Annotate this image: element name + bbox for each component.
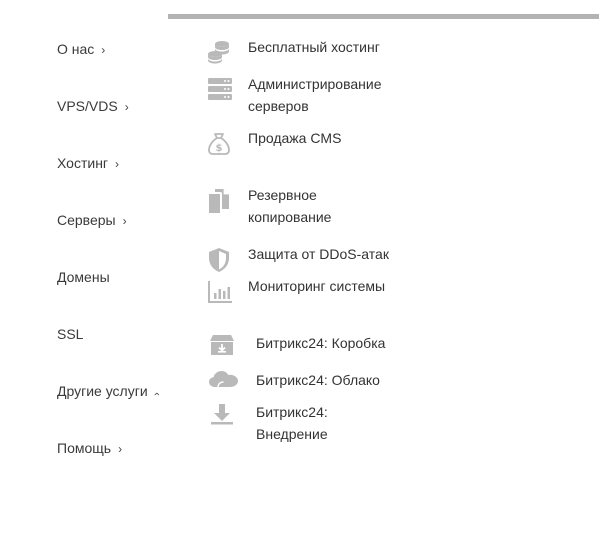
submenu-item-label: Бесплатный хостинг — [248, 39, 380, 55]
chevron-right-icon: › — [122, 214, 127, 228]
nav-item-label: VPS/VDS — [57, 98, 118, 114]
chevron-right-icon: › — [115, 157, 120, 171]
chevron-right-icon: › — [118, 442, 123, 456]
svg-text:$: $ — [216, 143, 223, 154]
submenu-item-backup[interactable]: Резервное копирование — [206, 184, 406, 228]
nav-item-label: Серверы — [57, 212, 116, 228]
submenu-item-label: Продажа CMS — [248, 130, 342, 146]
box-download-icon — [209, 332, 235, 358]
submenu-item-free-hosting[interactable]: Бесплатный хостинг — [206, 36, 406, 66]
nav-item-ssl[interactable]: SSL — [57, 326, 83, 342]
nav-item-label: SSL — [57, 326, 84, 342]
submenu-top-border — [168, 14, 599, 19]
submenu-item-bitrix24-cloud[interactable]: Битрикс24: Облако — [206, 369, 406, 399]
submenu-item-label: Защита от DDoS-атак — [248, 246, 389, 262]
nav-item-domains[interactable]: Домены — [57, 269, 110, 285]
submenu-item-label-line2: копирование — [248, 209, 332, 225]
nav-item-label: О нас — [57, 41, 95, 57]
submenu-item-system-monitoring[interactable]: Мониторинг системы — [206, 275, 406, 305]
nav-item-hosting[interactable]: Хостинг › — [57, 155, 119, 172]
nav-item-servers[interactable]: Серверы › — [57, 212, 127, 229]
nav-item-label: Другие услуги — [57, 383, 148, 399]
server-rack-icon — [207, 76, 233, 102]
submenu-item-label: Битрикс24: — [256, 404, 328, 420]
nav-item-other-services[interactable]: Другие услуги › — [57, 383, 162, 401]
nav-item-about[interactable]: О нас › — [57, 41, 105, 58]
chevron-right-icon: › — [124, 100, 129, 114]
nav-item-vps-vds[interactable]: VPS/VDS › — [57, 98, 129, 115]
coins-stack-icon — [206, 38, 232, 64]
nav-item-label: Помощь — [57, 440, 112, 456]
submenu-item-cms-sales[interactable]: $ Продажа CMS — [206, 127, 406, 157]
money-bag-icon: $ — [206, 131, 232, 157]
submenu-item-label: Битрикс24: Облако — [256, 372, 380, 388]
bar-chart-icon — [207, 279, 233, 305]
nav-item-help[interactable]: Помощь › — [57, 440, 122, 457]
chevron-right-icon: › — [101, 43, 106, 57]
submenu-item-label: Битрикс24: Коробка — [256, 335, 386, 351]
submenu-item-label: Резервное — [248, 187, 317, 203]
submenu-item-label-line2: серверов — [248, 98, 309, 114]
submenu-item-ddos-protection[interactable]: Защита от DDoS-атак — [206, 243, 406, 273]
submenu-item-label: Мониторинг системы — [248, 278, 386, 294]
submenu-item-bitrix24-implementation[interactable]: Битрикс24: Внедрение — [206, 401, 406, 445]
copy-documents-icon — [206, 188, 232, 214]
download-tray-icon — [209, 403, 235, 429]
submenu-item-label-line2: Внедрение — [256, 426, 328, 442]
nav-item-label: Домены — [57, 269, 110, 285]
submenu-item-server-administration[interactable]: Администрирование серверов — [206, 73, 406, 117]
shield-icon — [206, 247, 232, 273]
chevron-up-icon: › — [150, 392, 163, 396]
submenu-item-label: Администрирование — [248, 76, 382, 92]
nav-item-label: Хостинг — [57, 155, 109, 171]
submenu-item-bitrix24-box[interactable]: Битрикс24: Коробка — [206, 332, 406, 362]
cloud-icon — [208, 367, 240, 393]
